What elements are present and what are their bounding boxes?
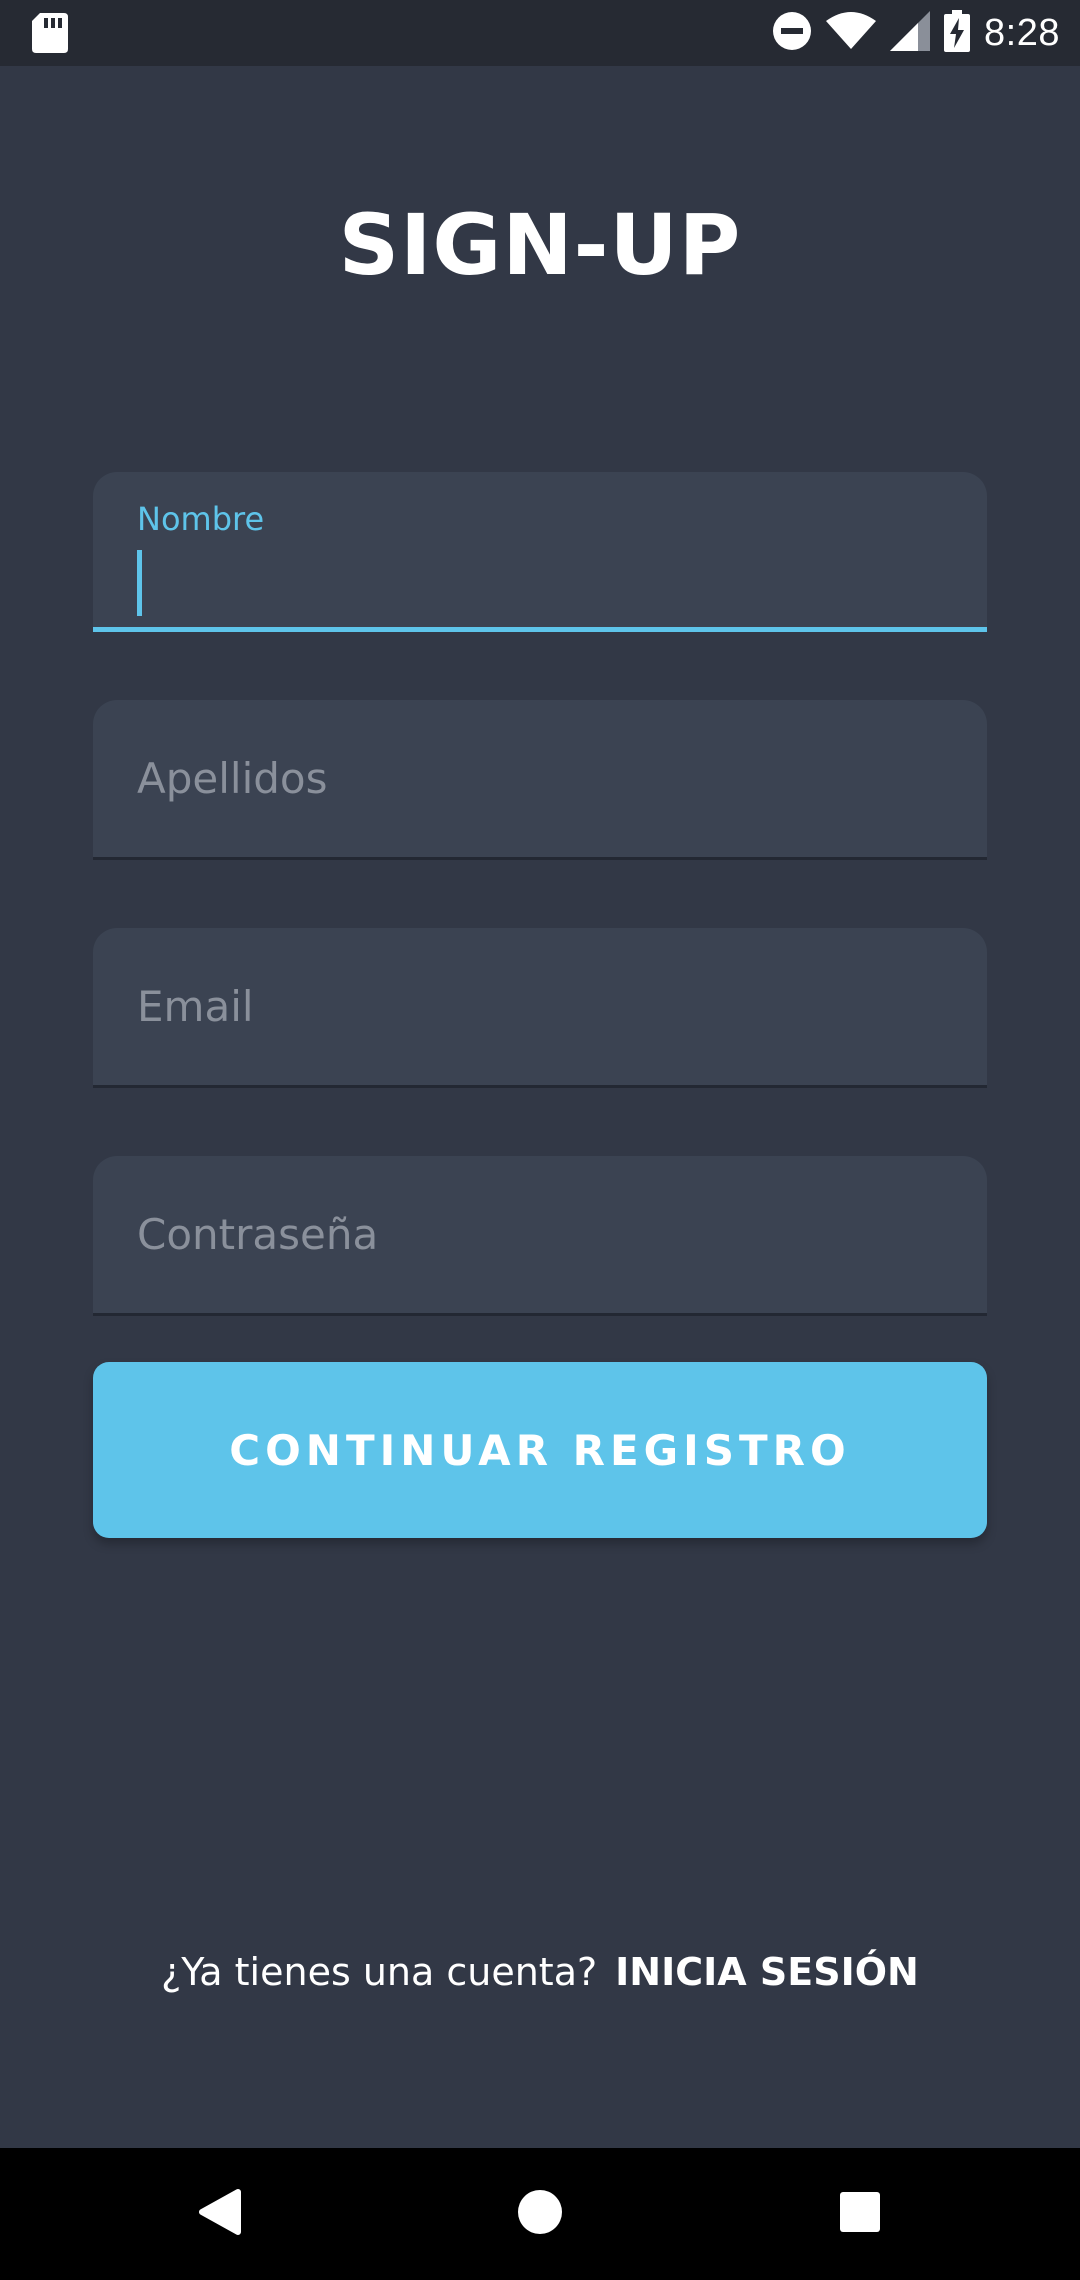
signin-question: ¿Ya tienes una cuenta? xyxy=(161,1950,598,1994)
page-title: SIGN-UP xyxy=(338,196,742,294)
recents-button[interactable] xyxy=(800,2148,920,2280)
apellidos-input[interactable] xyxy=(93,700,991,859)
clock: 8:28 xyxy=(984,11,1060,54)
password-field[interactable]: Contraseña xyxy=(93,1156,991,1316)
continue-registration-button[interactable]: CONTINUAR REGISTRO xyxy=(93,1362,987,1538)
back-button[interactable] xyxy=(160,2148,280,2280)
sd-card-icon xyxy=(32,13,68,57)
battery-charging-icon xyxy=(944,10,971,56)
email-field[interactable]: Email xyxy=(93,928,991,1088)
wifi-icon xyxy=(826,11,877,55)
recents-icon xyxy=(839,2191,881,2237)
do-not-disturb-icon xyxy=(772,11,812,55)
signin-prompt: ¿Ya tienes una cuenta? INICIA SESIÓN xyxy=(0,1950,1080,1994)
nombre-input[interactable] xyxy=(93,472,991,629)
signal-icon xyxy=(890,11,931,55)
home-button[interactable] xyxy=(480,2148,600,2280)
navigation-bar xyxy=(0,2148,1080,2280)
home-icon xyxy=(517,2189,563,2239)
password-input[interactable] xyxy=(93,1156,991,1315)
status-bar: 8:28 xyxy=(0,0,1080,66)
nombre-field[interactable]: Nombre xyxy=(93,472,991,632)
signin-link[interactable]: INICIA SESIÓN xyxy=(615,1950,919,1994)
email-input[interactable] xyxy=(93,928,991,1087)
back-icon xyxy=(198,2188,242,2240)
apellidos-field[interactable]: Apellidos xyxy=(93,700,991,860)
